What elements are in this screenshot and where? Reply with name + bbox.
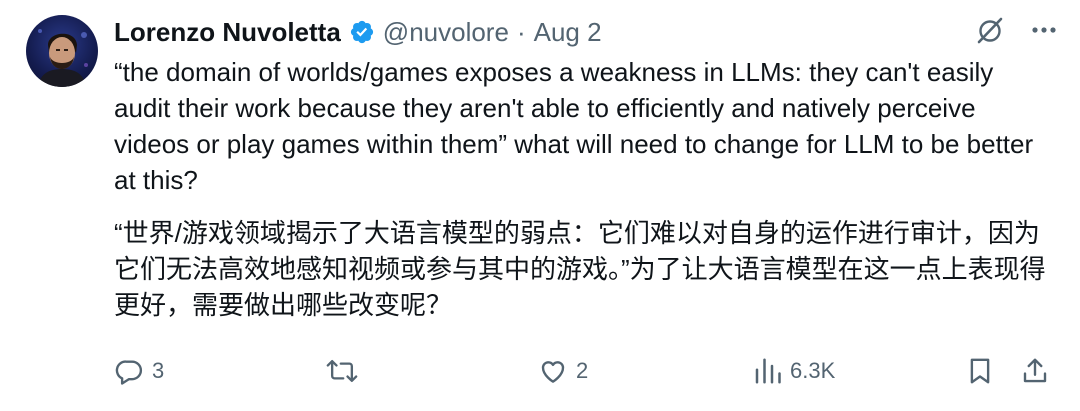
share-button[interactable]	[1020, 356, 1050, 386]
reply-bubble-icon	[115, 360, 143, 385]
avatar[interactable]	[26, 15, 98, 87]
retweet-icon	[326, 359, 358, 383]
verified-badge-icon[interactable]	[349, 19, 375, 45]
more-dots-icon[interactable]	[1030, 16, 1058, 44]
author-handle[interactable]: @nuvolore	[383, 17, 509, 48]
views-bar-icon	[755, 358, 781, 384]
tweet-action-bar: 3 2 6.3K	[114, 356, 1054, 396]
meta-separator: ·	[516, 16, 526, 47]
tweet-date[interactable]: Aug 2	[534, 17, 602, 48]
retweet-button[interactable]	[326, 356, 366, 386]
grok-slash-icon[interactable]	[974, 14, 1006, 46]
reply-button[interactable]: 3	[114, 356, 164, 386]
views-button[interactable]: 6.3K	[752, 356, 835, 386]
like-count: 2	[576, 358, 589, 383]
views-count: 6.3K	[790, 358, 836, 383]
reply-count: 3	[152, 358, 165, 383]
heart-icon	[541, 361, 565, 383]
bookmark-button[interactable]	[965, 356, 995, 386]
tweet-text: “the domain of worlds/games exposes a we…	[114, 54, 1054, 323]
share-icon	[1023, 358, 1047, 383]
tweet-paragraph-english: “the domain of worlds/games exposes a we…	[114, 57, 1034, 195]
tweet-top-actions	[974, 14, 1058, 46]
avatar-portrait	[38, 29, 88, 87]
tweet-paragraph-chinese: “世界/游戏领域揭示了大语言模型的弱点：它们难以对自身的运作进行审计，因为它们无…	[114, 218, 1046, 320]
bookmark-icon	[970, 358, 990, 384]
author-display-name[interactable]: Lorenzo Nuvoletta	[114, 17, 341, 48]
tweet-header: Lorenzo Nuvoletta @nuvolore · Aug 2	[114, 12, 602, 52]
like-button[interactable]: 2	[538, 356, 588, 386]
